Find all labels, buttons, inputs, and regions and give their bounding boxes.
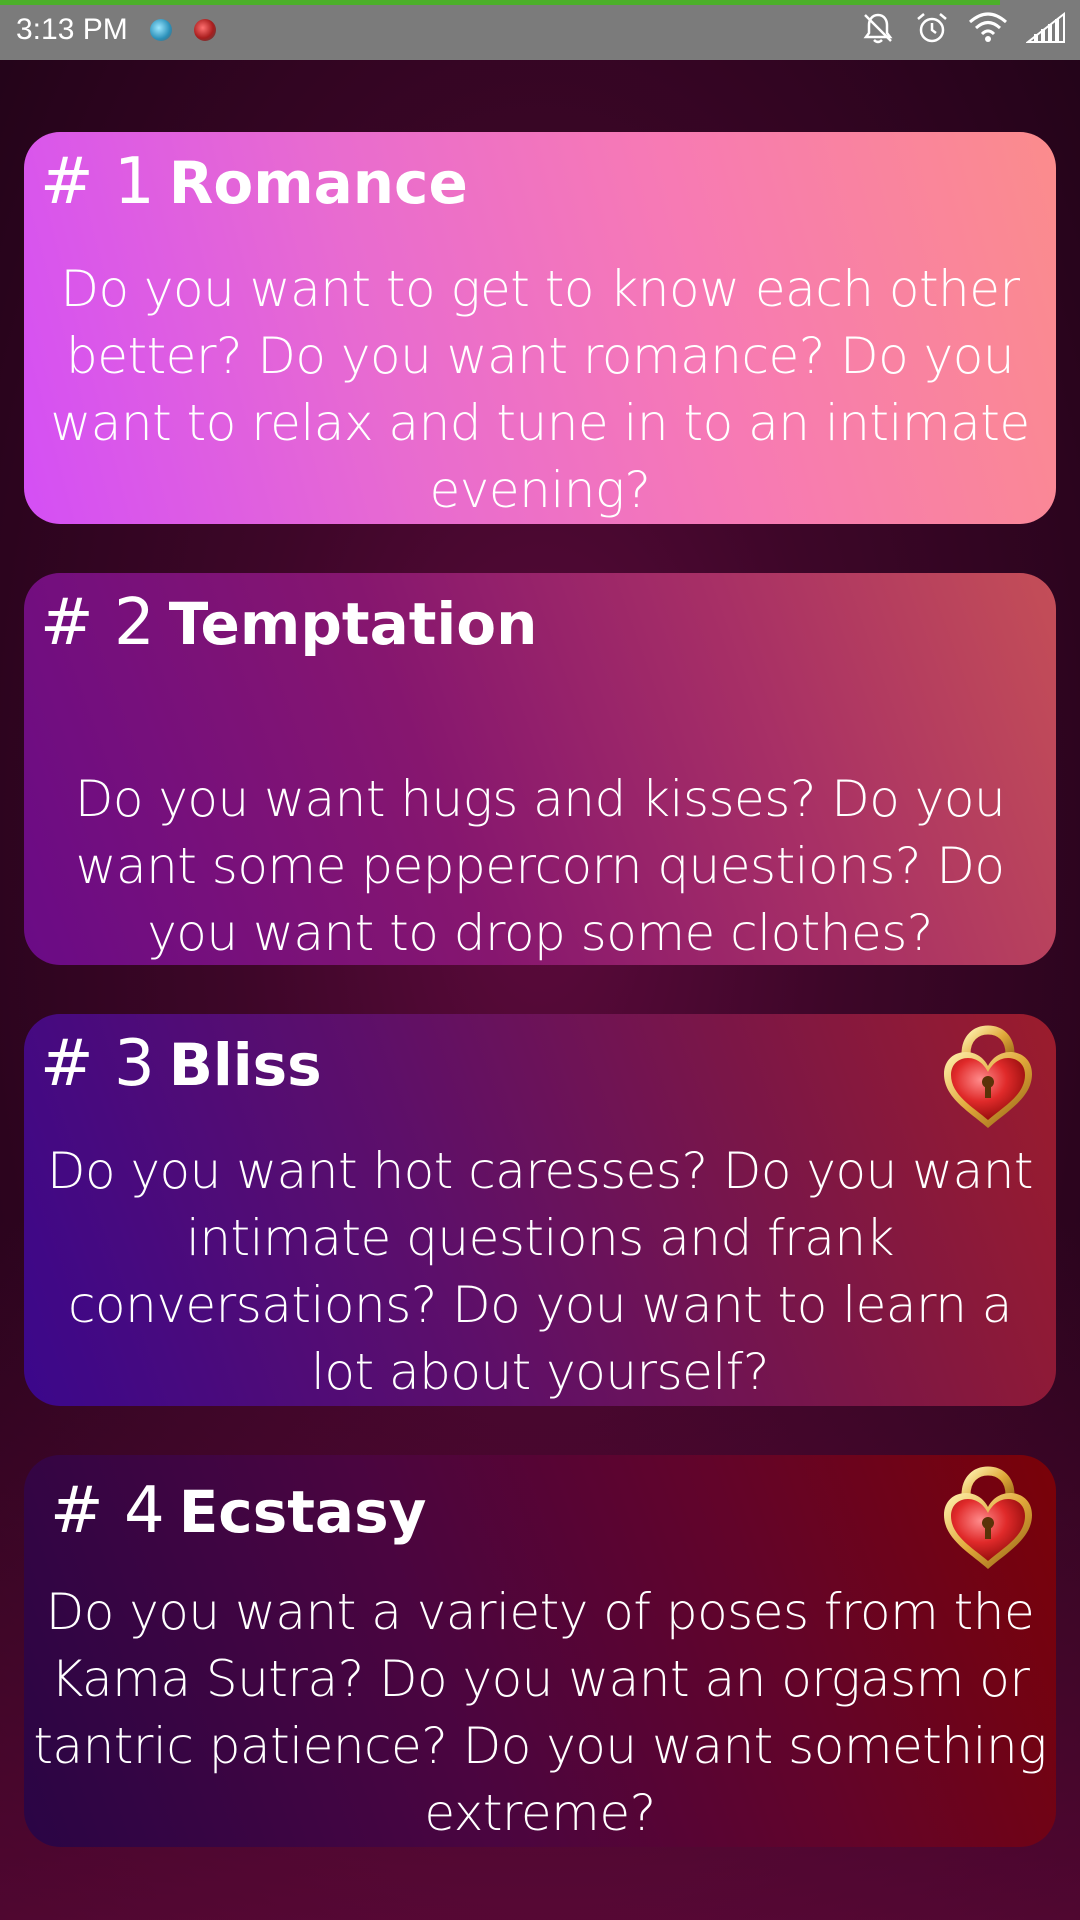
level-card-romance[interactable]: # 1 Romance Do you want to get to know ea… — [24, 132, 1056, 524]
heart-lock-icon — [944, 1466, 1032, 1569]
level-description: Do you want a variety of poses from the … — [33, 1583, 1047, 1842]
level-number: # 3 — [40, 1027, 155, 1101]
level-name: Bliss — [168, 1031, 322, 1099]
level-name: Ecstasy — [178, 1478, 427, 1546]
card-title: # 1 Romance — [40, 145, 468, 220]
level-card-temptation[interactable]: # 2 Temptation Do you want hugs and kisse… — [24, 573, 1056, 965]
level-number: # 4 — [50, 1474, 165, 1548]
level-name: Romance — [168, 149, 468, 217]
status-time: 3:13 PM — [16, 13, 128, 46]
card-title: # 3 Bliss — [40, 1027, 322, 1102]
level-name: Temptation — [168, 590, 538, 658]
heart-lock-icon — [944, 1025, 1032, 1128]
level-card-ecstasy[interactable]: # 4 Ecstasy Do you want a variety of pose… — [24, 1455, 1056, 1847]
signal-icon — [1026, 12, 1065, 43]
mute-icon — [863, 13, 893, 44]
level-description: Do you want hugs and kisses? Do you want… — [74, 770, 1006, 962]
card-title: # 4 Ecstasy — [50, 1474, 427, 1549]
card-title: # 2 Temptation — [40, 586, 538, 661]
level-description: Do you want hot caresses? Do you want in… — [46, 1142, 1034, 1401]
top-progress-line — [0, 0, 1000, 5]
status-bar: 3:13 PM — [0, 0, 1080, 60]
level-number: # 2 — [40, 586, 155, 660]
status-icons — [860, 10, 1066, 46]
app-notification-icon-2 — [193, 19, 216, 41]
level-description: Do you want to get to know each other be… — [50, 260, 1030, 519]
app-notification-icon — [149, 19, 172, 41]
alarm-icon — [917, 13, 947, 43]
level-card-bliss[interactable]: # 3 Bliss Do you want hot caresses? Do yo… — [24, 1014, 1056, 1406]
wifi-icon — [969, 12, 1007, 42]
level-number: # 1 — [40, 145, 155, 219]
